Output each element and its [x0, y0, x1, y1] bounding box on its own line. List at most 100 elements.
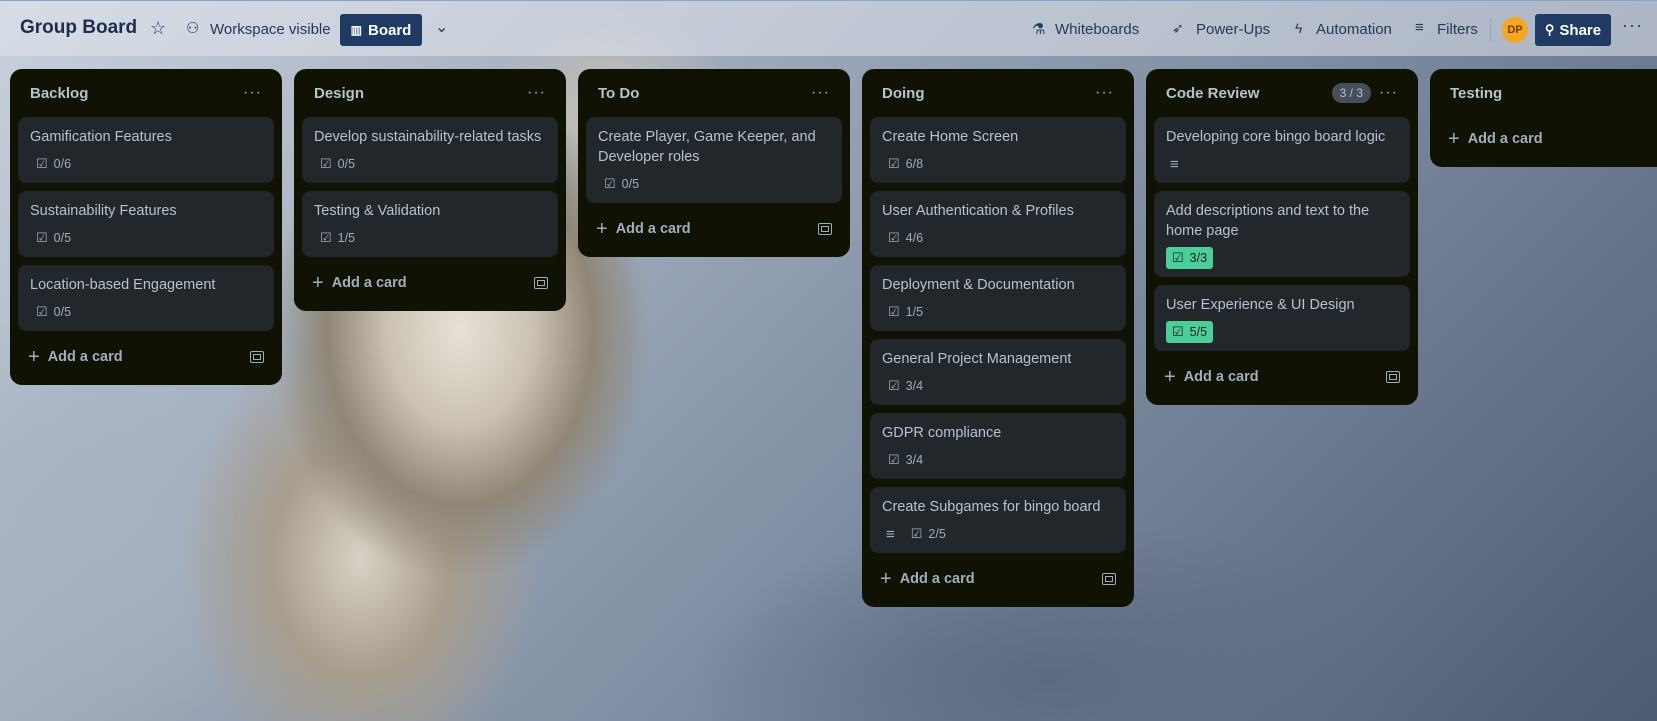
filters-button[interactable]: Filters: [1437, 21, 1478, 38]
checklist-count: 1/5: [905, 305, 924, 319]
card[interactable]: Create Subgames for bingo board ≡ ☑ 2/5: [870, 487, 1126, 553]
list-to-do: To Do ··· Create Player, Game Keeper, and …: [578, 69, 850, 257]
share-button[interactable]: ⚲ Share: [1535, 14, 1611, 46]
card[interactable]: User Experience & UI Design ☑ 5/5: [1154, 285, 1410, 351]
add-card-button[interactable]: + Add a card: [870, 561, 1126, 597]
add-card-button[interactable]: + Add a card: [1438, 121, 1657, 157]
list-title[interactable]: Code Review: [1166, 85, 1259, 102]
card-badges: ≡ ☑ 2/5: [882, 523, 1114, 545]
checklist-icon: ☑: [888, 230, 900, 245]
card-title: Create Subgames for bingo board: [882, 499, 1101, 515]
card[interactable]: GDPR compliance ☑ 3/4: [870, 413, 1126, 479]
checklist-count: 0/5: [53, 231, 72, 245]
checklist-badge: ☑ 5/5: [1166, 321, 1214, 343]
plus-icon: +: [312, 272, 324, 294]
checklist-badge: ☑ 3/4: [882, 449, 929, 471]
card[interactable]: Sustainability Features ☑ 0/5: [18, 191, 274, 257]
checklist-count: 0/5: [337, 157, 356, 171]
list-header-actions: ···: [811, 84, 830, 102]
add-card-label: Add a card: [615, 221, 691, 237]
card-badges: ☑ 0/5: [30, 301, 262, 323]
checklist-count: 1/5: [337, 231, 356, 245]
list-header-actions: ···: [1095, 84, 1114, 102]
add-card-button[interactable]: + Add a card: [18, 339, 274, 375]
checklist-badge: ☑ 1/5: [314, 227, 361, 249]
visibility-button[interactable]: Workspace visible: [210, 21, 331, 38]
chevron-down-icon[interactable]: ⌄: [435, 17, 448, 37]
checklist-badge: ☑ 3/4: [882, 375, 929, 397]
card-template-icon[interactable]: [1386, 371, 1400, 383]
plus-icon: +: [880, 568, 892, 590]
plus-icon: +: [28, 346, 40, 368]
card[interactable]: Location-based Engagement ☑ 0/5: [18, 265, 274, 331]
card-title: General Project Management: [882, 351, 1072, 367]
card[interactable]: Create Player, Game Keeper, and Develope…: [586, 117, 842, 203]
checklist-count: 6/8: [905, 157, 924, 171]
card[interactable]: General Project Management ☑ 3/4: [870, 339, 1126, 405]
list-menu-icon[interactable]: ···: [1095, 84, 1114, 101]
card-title: Developing core bingo board logic: [1166, 129, 1386, 145]
plus-icon: +: [1164, 366, 1176, 388]
card-count-badge: 3 / 3: [1331, 83, 1372, 103]
list-title[interactable]: To Do: [598, 85, 639, 102]
description-icon: ≡: [1170, 155, 1179, 173]
powerups-button[interactable]: Power-Ups: [1196, 21, 1270, 38]
checklist-count: 5/5: [1189, 325, 1208, 339]
card[interactable]: User Authentication & Profiles ☑ 4/6: [870, 191, 1126, 257]
add-card-button[interactable]: + Add a card: [1154, 359, 1410, 395]
list-title[interactable]: Design: [314, 85, 364, 102]
card-template-icon[interactable]: [818, 223, 832, 235]
whiteboards-button[interactable]: Whiteboards: [1055, 21, 1139, 38]
card-template-icon[interactable]: [1102, 573, 1116, 585]
checklist-count: 2/5: [928, 527, 946, 541]
card-template-icon[interactable]: [534, 277, 548, 289]
board-title[interactable]: Group Board: [20, 17, 137, 39]
list-title[interactable]: Backlog: [30, 85, 88, 102]
checklist-badge: ☑ 1/5: [882, 301, 929, 323]
list-title[interactable]: Testing: [1450, 85, 1502, 102]
board-view-button[interactable]: ▥ Board: [340, 14, 422, 46]
header-divider: [1490, 18, 1491, 42]
card-title: Create Player, Game Keeper, and Develope…: [598, 129, 816, 165]
card[interactable]: Gamification Features ☑ 0/6: [18, 117, 274, 183]
card[interactable]: Developing core bingo board logic ≡: [1154, 117, 1410, 183]
add-card-label-group: + Add a card: [312, 273, 407, 293]
card-title: Testing & Validation: [314, 203, 441, 219]
card[interactable]: Testing & Validation ☑ 1/5: [302, 191, 558, 257]
add-card-button[interactable]: + Add a card: [302, 265, 558, 301]
checklist-icon: ☑: [36, 156, 48, 171]
checklist-count: 4/6: [905, 231, 924, 245]
list-title[interactable]: Doing: [882, 85, 925, 102]
checklist-badge: ☑ 6/8: [882, 153, 929, 175]
star-icon[interactable]: ☆: [150, 18, 166, 39]
list-menu-icon[interactable]: ···: [527, 84, 546, 101]
card[interactable]: Create Home Screen ☑ 6/8: [870, 117, 1126, 183]
card-title: GDPR compliance: [882, 425, 1002, 441]
checklist-count: 0/5: [53, 305, 72, 319]
checklist-badge: ☑ 0/5: [598, 173, 645, 195]
list-menu-icon[interactable]: ···: [243, 84, 262, 101]
list-menu-icon[interactable]: ···: [1379, 84, 1398, 101]
card-badges: ☑ 3/3: [1166, 247, 1398, 269]
more-icon[interactable]: ···: [1622, 15, 1643, 36]
list-code-review: Code Review 3 / 3 ··· Developing core bingo…: [1146, 69, 1418, 405]
automation-button[interactable]: Automation: [1316, 21, 1392, 38]
card[interactable]: Develop sustainability-related tasks ☑ 0/5: [302, 117, 558, 183]
card-badges: ☑ 1/5: [314, 227, 546, 249]
card[interactable]: Add descriptions and text to the home pa…: [1154, 191, 1410, 277]
checklist-count: 3/4: [905, 453, 924, 467]
checklist-badge: ☑ 0/5: [30, 227, 77, 249]
list-menu-icon[interactable]: ···: [811, 84, 830, 101]
card-template-icon[interactable]: [250, 351, 264, 363]
list-header-actions: ···: [527, 84, 546, 102]
avatar[interactable]: DP: [1502, 17, 1528, 43]
add-card-label: Add a card: [1183, 369, 1259, 385]
card-title: User Authentication & Profiles: [882, 203, 1074, 219]
list-testing: Testing + Add a card: [1430, 69, 1657, 167]
card[interactable]: Deployment & Documentation ☑ 1/5: [870, 265, 1126, 331]
plus-icon: +: [596, 218, 608, 240]
card-title: Deployment & Documentation: [882, 277, 1075, 293]
list-design: Design ··· Develop sustainability-related …: [294, 69, 566, 311]
add-card-label: Add a card: [331, 275, 407, 291]
add-card-button[interactable]: + Add a card: [586, 211, 842, 247]
